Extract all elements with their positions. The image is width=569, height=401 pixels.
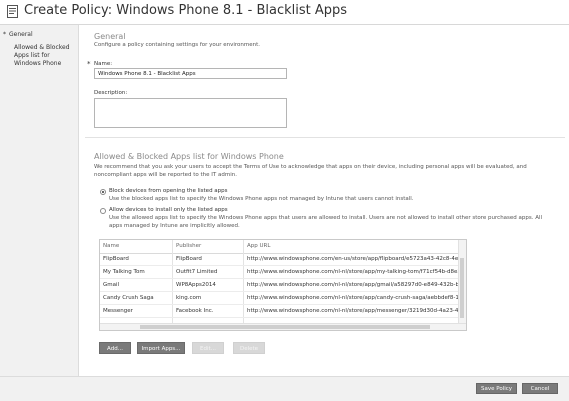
cancel-button[interactable]: Cancel — [522, 383, 558, 394]
apps-table: Name Publisher App URL FlipBoard FlipBoa… — [99, 239, 467, 331]
table-row[interactable]: Gmail WP8Apps2014 http://www.windowsphon… — [100, 279, 466, 292]
table-header: Name Publisher App URL — [100, 240, 466, 254]
window-title: Create Policy: Windows Phone 8.1 - Black… — [24, 3, 348, 18]
description-field[interactable] — [94, 98, 287, 128]
apps-section-title: Allowed & Blocked Apps list for Windows … — [94, 152, 284, 161]
cell-app-url: http://www.windowsphone.com/nl-nl/store/… — [247, 307, 459, 314]
general-description: Configure a policy containing settings f… — [94, 42, 261, 48]
main-content: General Configure a policy containing se… — [79, 25, 569, 376]
general-section-title: General — [94, 32, 126, 41]
cell-name: FlipBoard — [103, 255, 129, 262]
cell-name: Gmail — [103, 281, 120, 288]
cell-app-url: http://www.windowsphone.com/nl-nl/store/… — [247, 268, 459, 275]
cell-name: Messenger — [103, 307, 133, 314]
window-title-bar: Create Policy: Windows Phone 8.1 - Black… — [0, 0, 569, 25]
table-row[interactable]: My Talking Tom Outfit7 Limited http://ww… — [100, 266, 466, 279]
cell-name: My Talking Tom — [103, 268, 145, 275]
cell-publisher: FlipBoard — [176, 255, 202, 262]
allow-apps-label: Allow devices to install only the listed… — [109, 207, 228, 213]
active-marker: * — [3, 31, 6, 38]
sidebar-item-allowed-blocked-apps[interactable]: Allowed & Blocked Apps list for Windows … — [14, 44, 76, 68]
table-row[interactable]: Messenger Facebook Inc. http://www.windo… — [100, 305, 466, 318]
import-apps-button[interactable]: Import Apps... — [137, 342, 185, 354]
cell-publisher: Facebook Inc. — [176, 307, 214, 314]
policy-document-icon — [7, 5, 18, 18]
allow-apps-radio[interactable] — [100, 208, 106, 214]
name-label: Name: — [94, 61, 113, 67]
add-app-button[interactable]: Add... — [99, 342, 131, 354]
table-horizontal-scrollbar[interactable] — [100, 323, 466, 330]
save-policy-button[interactable]: Save Policy — [476, 383, 517, 394]
sidebar: * General Allowed & Blocked Apps list fo… — [0, 25, 79, 376]
apps-section-intro: We recommend that you ask your users to … — [94, 164, 527, 178]
dialog-footer: Save Policy Cancel — [0, 376, 569, 401]
cell-publisher: Outfit7 Limited — [176, 268, 218, 275]
required-marker: * — [87, 60, 91, 68]
table-vertical-scrollbar[interactable] — [458, 240, 466, 330]
sidebar-item-general[interactable]: * General — [3, 31, 33, 39]
cell-app-url: http://www.windowsphone.com/nl-nl/store/… — [247, 294, 459, 301]
name-field[interactable]: Windows Phone 8.1 - Blacklist Apps — [94, 68, 287, 79]
description-label: Description: — [94, 90, 128, 96]
section-divider — [85, 137, 565, 138]
cell-app-url: http://www.windowsphone.com/nl-nl/store/… — [247, 281, 459, 288]
column-header-publisher[interactable]: Publisher — [176, 243, 201, 249]
allow-apps-help: Use the allowed apps list to specify the… — [109, 215, 543, 229]
sidebar-item-label: Allowed & Blocked Apps list for Windows … — [14, 44, 70, 67]
table-row[interactable]: Candy Crush Saga king.com http://www.win… — [100, 292, 466, 305]
block-apps-help: Use the blocked apps list to specify the… — [109, 196, 414, 202]
block-apps-radio[interactable] — [100, 189, 106, 195]
cell-publisher: king.com — [176, 294, 202, 301]
sidebar-item-label: General — [9, 31, 33, 38]
cell-app-url: http://www.windowsphone.com/en-us/store/… — [247, 255, 459, 262]
table-row[interactable]: FlipBoard FlipBoard http://www.windowsph… — [100, 253, 466, 266]
delete-app-button[interactable]: Delete — [233, 342, 265, 354]
column-header-name[interactable]: Name — [103, 243, 119, 249]
edit-app-button[interactable]: Edit... — [192, 342, 224, 354]
column-header-app-url[interactable]: App URL — [247, 243, 270, 249]
cell-publisher: WP8Apps2014 — [176, 281, 216, 288]
block-apps-label: Block devices from opening the listed ap… — [109, 188, 228, 194]
cell-name: Candy Crush Saga — [103, 294, 154, 301]
